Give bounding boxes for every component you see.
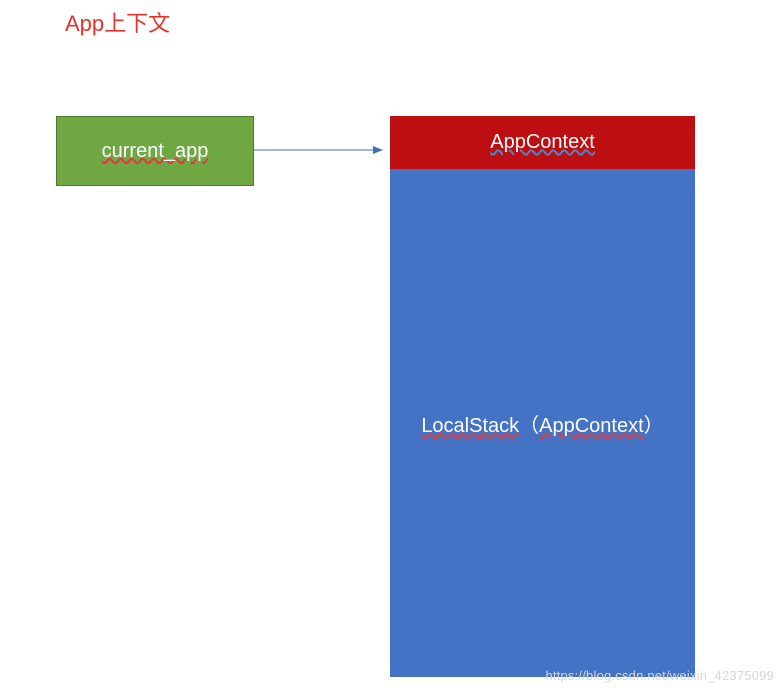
current-app-label: current_app — [102, 140, 209, 163]
watermark-text: https://blog.csdn.net/weixin_42375099 — [545, 668, 774, 683]
paren-close: ） — [644, 415, 664, 437]
localstack-label: LocalStack（AppContext） — [421, 409, 663, 438]
appcontext-inner-text: AppContext — [539, 415, 644, 437]
appcontext-header-box: AppContext — [390, 116, 695, 169]
arrow-current-app-to-appcontext — [254, 140, 392, 160]
appcontext-header-label: AppContext — [490, 131, 595, 154]
paren-open: （ — [519, 415, 539, 437]
localstack-text: LocalStack — [421, 415, 519, 437]
localstack-body-box: LocalStack（AppContext） — [390, 169, 695, 677]
current-app-box: current_app — [56, 116, 254, 186]
diagram-title: App上下文 — [65, 6, 170, 38]
